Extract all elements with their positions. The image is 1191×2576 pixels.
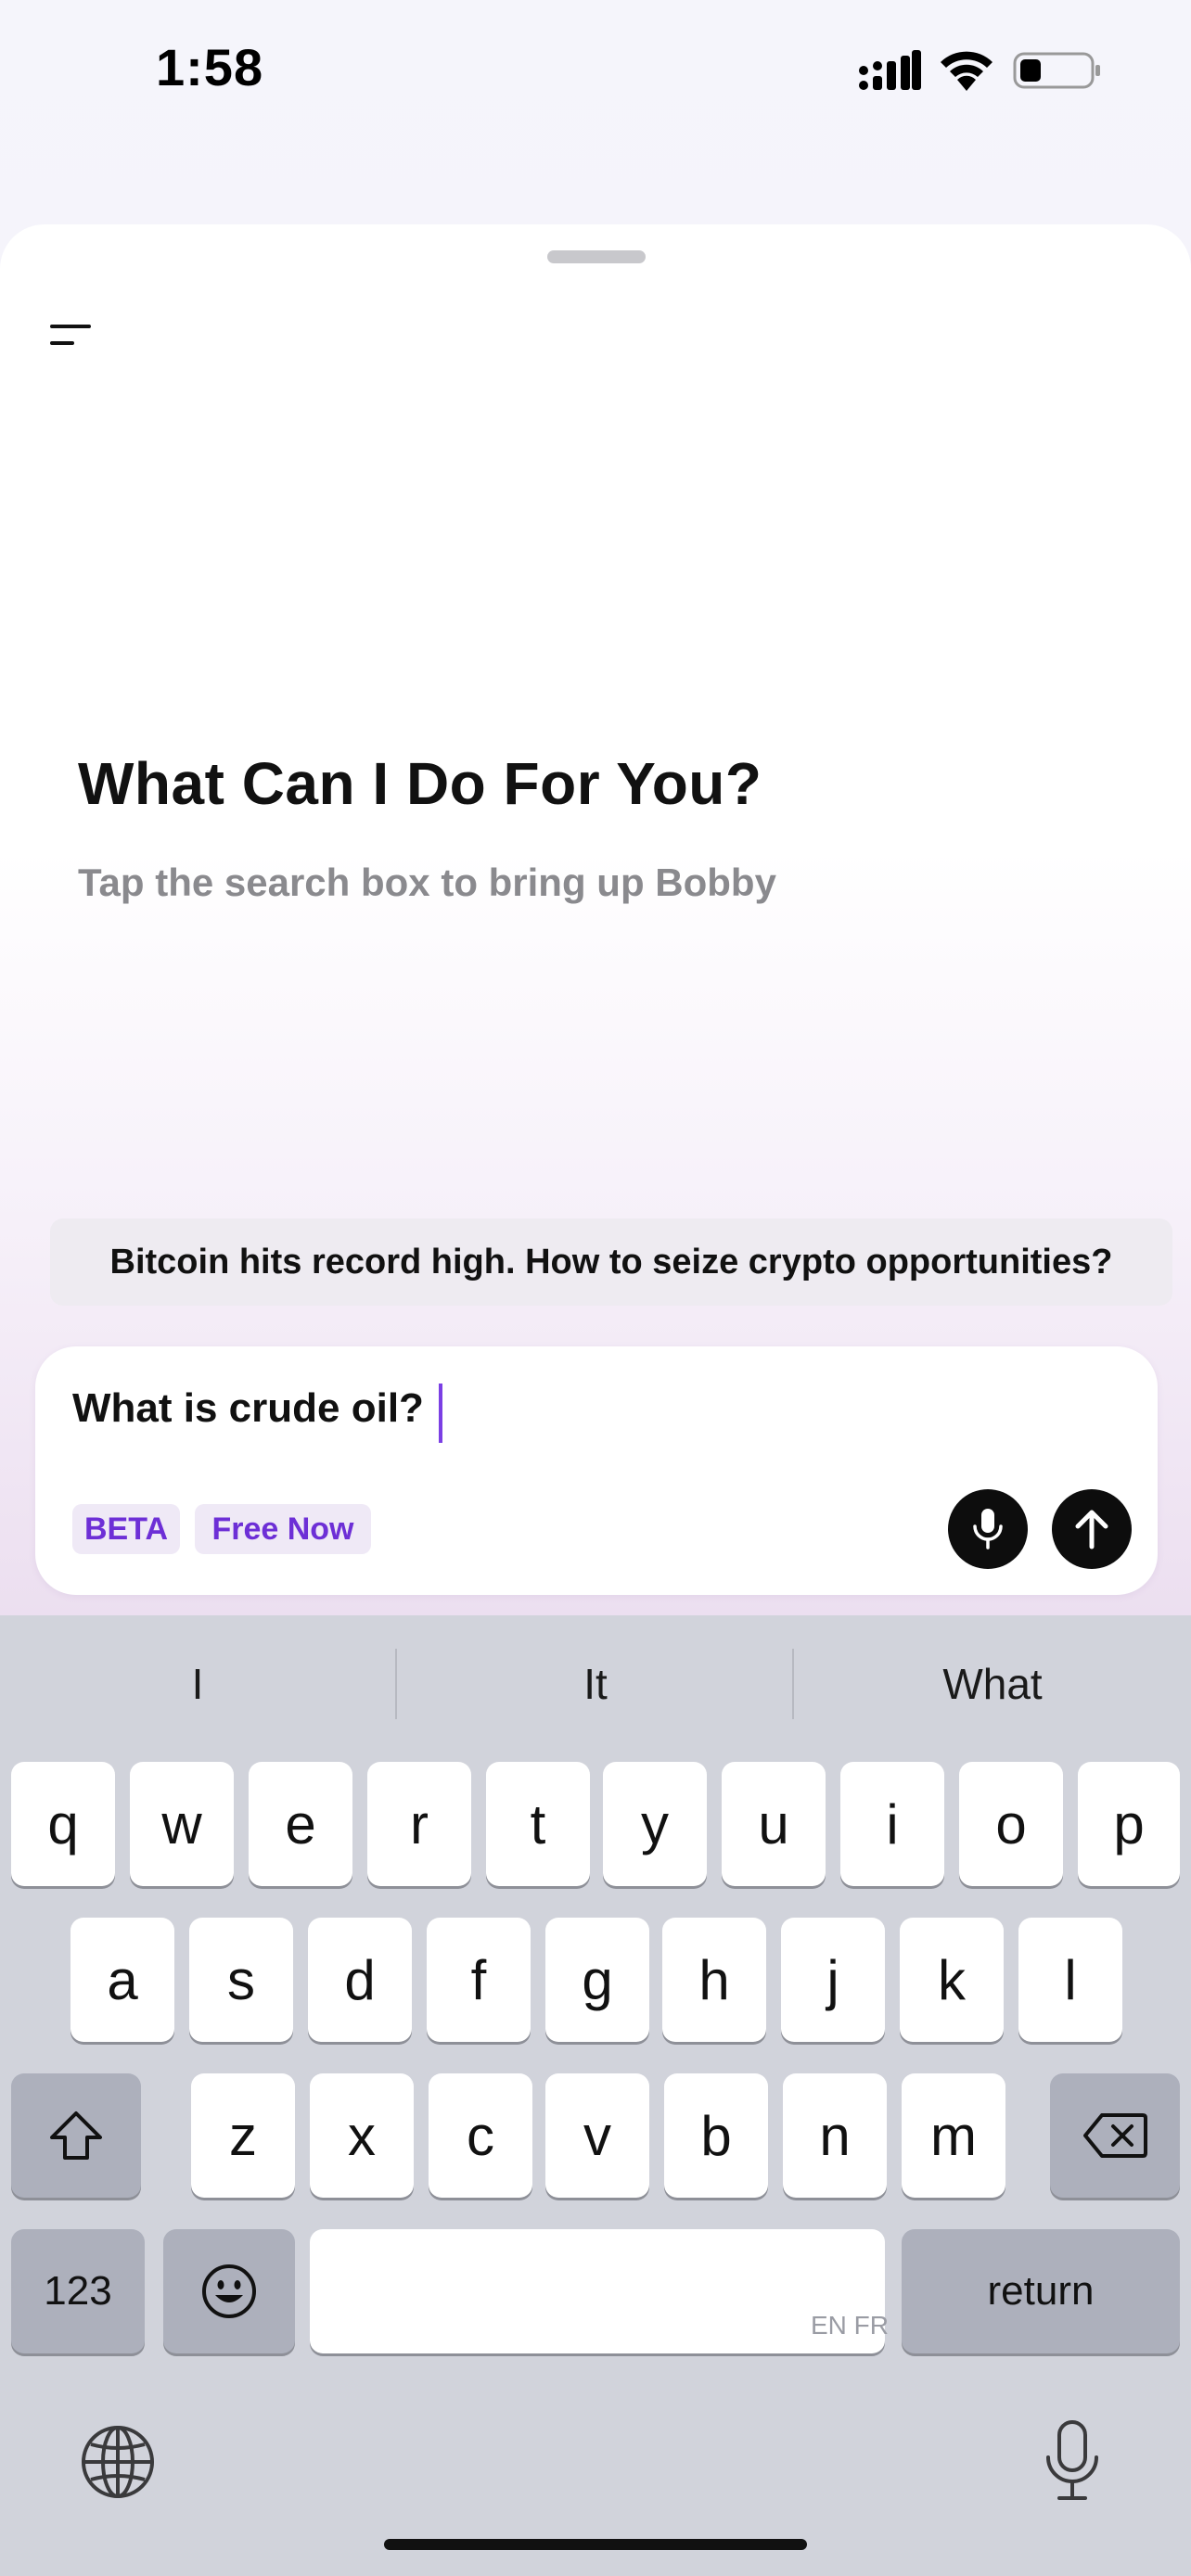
space-key[interactable] [310,2229,885,2353]
key-y[interactable]: y [603,1762,707,1886]
page-title: What Can I Do For You? [78,750,762,817]
key-b[interactable]: b [664,2073,768,2198]
key-x[interactable]: x [310,2073,414,2198]
send-button[interactable] [1052,1489,1132,1569]
shift-icon [50,2111,102,2160]
emoji-key[interactable] [163,2229,295,2353]
key-r[interactable]: r [367,1762,471,1886]
prediction-3[interactable]: What [794,1615,1191,1753]
globe-icon[interactable] [78,2422,158,2502]
home-indicator [384,2539,807,2550]
arrow-up-icon [1075,1510,1108,1549]
microphone-icon [973,1509,1003,1549]
shift-key[interactable] [11,2073,141,2198]
key-n[interactable]: n [783,2073,887,2198]
key-l[interactable]: l [1018,1918,1122,2042]
key-k[interactable]: k [900,1918,1004,2042]
key-m[interactable]: m [902,2073,1005,2198]
key-e[interactable]: e [249,1762,352,1886]
menu-icon[interactable] [45,315,96,356]
key-a[interactable]: a [70,1918,174,2042]
battery-icon [1013,52,1100,89]
key-i[interactable]: i [840,1762,944,1886]
chat-input[interactable]: What is crude oil? [72,1385,424,1432]
status-time: 1:58 [156,38,264,96]
key-o[interactable]: o [959,1762,1063,1886]
key-v[interactable]: v [545,2073,649,2198]
signal-icon [859,50,921,90]
wifi-icon [941,51,992,91]
key-s[interactable]: s [189,1918,293,2042]
prediction-1[interactable]: I [0,1615,395,1753]
voice-input-button[interactable] [948,1489,1028,1569]
key-g[interactable]: g [545,1918,649,2042]
key-j[interactable]: j [781,1918,885,2042]
space-language-hint: EN FR [811,2311,889,2340]
dictation-icon[interactable] [1043,2418,1102,2507]
emoji-icon [202,2264,256,2318]
free-now-badge: Free Now [195,1504,371,1554]
key-q[interactable]: q [11,1762,115,1886]
return-key[interactable]: return [902,2229,1180,2353]
key-z[interactable]: z [191,2073,295,2198]
suggestion-chip[interactable]: Bitcoin hits record high. How to seize c… [50,1218,1172,1306]
key-d[interactable]: d [308,1918,412,2042]
key-t[interactable]: t [486,1762,590,1886]
numbers-key[interactable]: 123 [11,2229,145,2353]
prediction-2[interactable]: It [397,1615,794,1753]
key-f[interactable]: f [427,1918,531,2042]
key-w[interactable]: w [130,1762,234,1886]
sheet-grabber[interactable] [547,250,646,263]
key-h[interactable]: h [662,1918,766,2042]
key-c[interactable]: c [429,2073,532,2198]
delete-key[interactable] [1050,2073,1180,2198]
delete-icon [1083,2113,1147,2158]
key-u[interactable]: u [722,1762,826,1886]
page-subtitle: Tap the search box to bring up Bobby [78,861,776,904]
text-caret [439,1384,442,1443]
beta-badge: BETA [72,1504,180,1554]
key-p[interactable]: p [1078,1762,1180,1886]
